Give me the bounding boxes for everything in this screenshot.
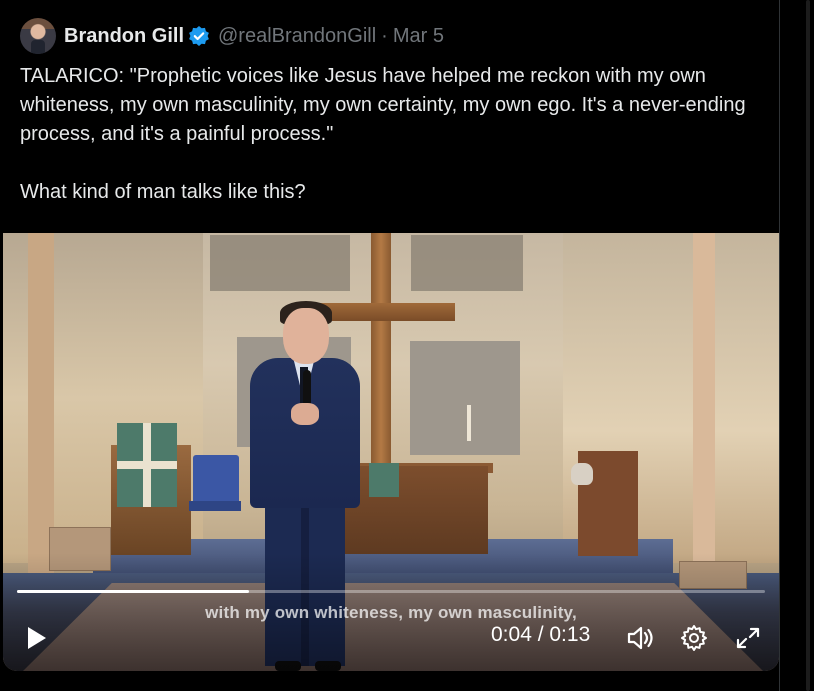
progress-bar[interactable] [17, 590, 765, 593]
time-display: 0:04 / 0:13 [491, 623, 591, 646]
tweet-card[interactable]: Brandon Gill @realBrandonGill · Mar 5 TA… [0, 0, 780, 691]
volume-icon[interactable] [625, 623, 655, 653]
author-handle[interactable]: @realBrandonGill [218, 25, 376, 48]
separator-dot: · [381, 24, 388, 47]
avatar[interactable] [20, 18, 56, 54]
video-player[interactable]: with my own whiteness, my own masculinit… [3, 233, 779, 671]
progress-fill [17, 590, 249, 593]
tweet-text: TALARICO: "Prophetic voices like Jesus h… [20, 65, 746, 203]
tweet-date[interactable]: Mar 5 [393, 25, 444, 48]
play-icon[interactable] [21, 623, 51, 653]
video-caption: with my own whiteness, my own masculinit… [205, 603, 577, 622]
expand-icon[interactable] [733, 623, 763, 653]
author-name[interactable]: Brandon Gill [64, 25, 184, 48]
verified-badge-icon[interactable] [188, 25, 210, 47]
page-scrollbar[interactable] [806, 0, 810, 691]
gear-icon[interactable] [679, 623, 709, 653]
tweet-header: Brandon Gill @realBrandonGill · Mar 5 [20, 16, 444, 56]
